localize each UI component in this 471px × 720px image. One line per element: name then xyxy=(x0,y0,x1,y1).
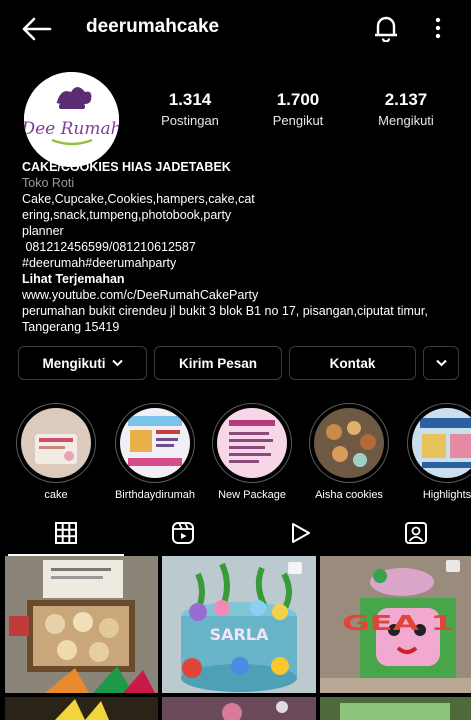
post-thumbnail[interactable] xyxy=(320,697,471,720)
chevron-down-icon xyxy=(435,359,447,367)
bio-line: planner xyxy=(22,224,64,238)
profile-bio: CAKE/COOKIES HIAS JADETABEK Toko Roti Ca… xyxy=(22,159,462,335)
bio-line: ering,snack,tumpeng,photobook,party xyxy=(22,208,232,222)
highlight-label: New Package xyxy=(218,489,286,501)
stat-followers-label: Pengikut xyxy=(272,113,324,128)
bio-phone-line: 081212456599/081210612587 xyxy=(22,240,196,254)
suggested-accounts-button[interactable] xyxy=(423,346,459,380)
stat-posts-value: 1.314 xyxy=(168,90,212,109)
top-bar: deerumahcake xyxy=(0,0,471,58)
highlight-birthdaydirumah-image xyxy=(120,408,190,478)
following-button-label: Mengikuti xyxy=(42,355,106,371)
highlight-highlights[interactable]: Highlights xyxy=(402,403,471,501)
stat-followers[interactable]: 1.700 Pengikut xyxy=(248,90,348,128)
more-options-icon[interactable] xyxy=(430,14,446,42)
stat-following[interactable]: 2.137 Mengikuti xyxy=(356,90,456,128)
highlight-label: cake xyxy=(44,489,68,501)
post-thumbnail[interactable]: GEA 1 xyxy=(320,556,471,693)
profile-name: CAKE/COOKIES HIAS JADETABEK xyxy=(22,160,231,174)
stat-posts[interactable]: 1.314 Postingan xyxy=(140,90,240,128)
svg-text:GEA 1: GEA 1 xyxy=(342,611,454,635)
bio-address-line: perumahan bukit cirendeu jl bukit 3 blok… xyxy=(22,304,428,318)
highlight-label: Birthdaydirumah xyxy=(114,489,196,501)
post-thumbnail[interactable]: SARLA xyxy=(162,556,316,693)
bio-address-line: Tangerang 15419 xyxy=(22,320,120,334)
highlight-highlights-image xyxy=(412,408,471,478)
reels-icon[interactable] xyxy=(170,520,196,546)
post-thumbnail[interactable] xyxy=(5,556,158,693)
bio-website-link[interactable]: www.youtube.com/c/DeeRumahCakeParty xyxy=(22,287,462,303)
stat-following-label: Mengikuti xyxy=(378,113,434,128)
see-translation-link[interactable]: Lihat Terjemahan xyxy=(22,271,462,287)
contact-button[interactable]: Kontak xyxy=(289,346,416,380)
stat-following-value: 2.137 xyxy=(384,90,428,109)
highlight-cake[interactable]: cake xyxy=(11,403,101,501)
profile-tabs xyxy=(0,510,471,556)
highlight-cake-image xyxy=(21,408,91,478)
stat-posts-label: Postingan xyxy=(161,113,219,128)
bell-icon[interactable] xyxy=(373,14,399,42)
svg-text:SARLA: SARLA xyxy=(210,625,269,644)
highlight-label: Highlights xyxy=(422,489,471,501)
following-button[interactable]: Mengikuti xyxy=(18,346,147,380)
bio-line: Cake,Cupcake,Cookies,hampers,cake,cat xyxy=(22,192,255,206)
svg-text:Dee Rumah: Dee Rumah xyxy=(24,119,119,139)
highlight-aisha-cookies-image xyxy=(314,408,384,478)
profile-avatar[interactable]: Dee Rumah xyxy=(24,72,119,167)
stat-followers-value: 1.700 xyxy=(276,90,320,109)
highlight-birthdaydirumah[interactable]: Birthdaydirumah xyxy=(110,403,200,501)
post-thumbnail[interactable] xyxy=(162,697,316,720)
profile-username: deerumahcake xyxy=(86,16,220,37)
chevron-down-icon xyxy=(111,359,123,367)
video-play-icon[interactable] xyxy=(287,520,313,546)
message-button-label: Kirim Pesan xyxy=(178,355,258,371)
profile-category: Toko Roti xyxy=(22,176,75,190)
message-button[interactable]: Kirim Pesan xyxy=(154,346,282,380)
back-arrow-icon[interactable] xyxy=(22,16,52,42)
post-thumbnail[interactable] xyxy=(5,697,158,720)
posts-grid: SARLA GEA 1 xyxy=(0,556,471,720)
grid-icon[interactable] xyxy=(53,520,79,546)
contact-button-label: Kontak xyxy=(329,355,376,371)
highlight-aisha-cookies[interactable]: Aisha cookies xyxy=(304,403,394,501)
bio-hashtags[interactable]: #deerumah#deerumahparty xyxy=(22,255,462,271)
highlight-new-package-image xyxy=(217,408,287,478)
highlight-label: Aisha cookies xyxy=(315,489,383,501)
highlight-new-package[interactable]: New Package xyxy=(207,403,297,501)
tagged-icon[interactable] xyxy=(403,520,429,546)
dee-rumah-logo: Dee Rumah xyxy=(24,72,119,167)
